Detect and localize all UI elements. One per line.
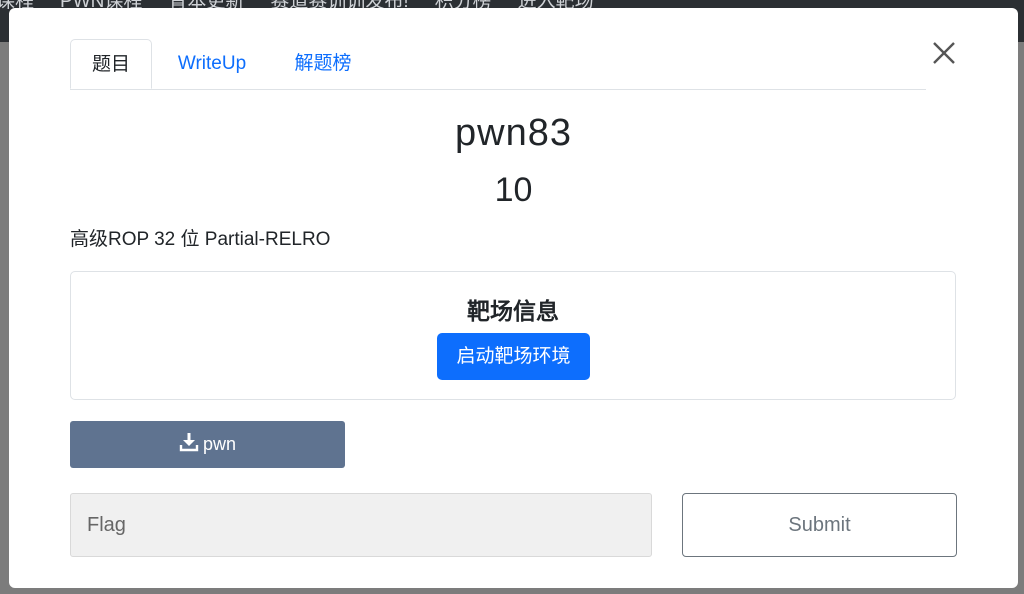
challenge-points: 10 — [494, 171, 533, 209]
tab-writeup[interactable]: WriteUp — [152, 39, 272, 89]
challenge-title: pwn83 — [455, 112, 572, 154]
challenge-modal: 题目 WriteUp 解题榜 pwn83 10 高级ROP 32 位 Parti… — [9, 8, 1018, 588]
flag-input[interactable] — [70, 493, 652, 557]
modal-tabs: 题目 WriteUp 解题榜 — [70, 39, 926, 90]
close-icon[interactable] — [929, 38, 959, 68]
download-label: pwn — [202, 434, 237, 454]
tab-solves[interactable]: 解题榜 — [278, 39, 368, 89]
challenge-description: 高级ROP 32 位 Partial-RELRO — [70, 229, 331, 250]
submit-button[interactable]: Submit — [682, 493, 957, 557]
range-info-card: 靶场信息 启动靶场环境 — [70, 271, 956, 400]
range-info-title: 靶场信息 — [467, 298, 559, 324]
download-pwn-button[interactable]: pwn — [70, 421, 345, 468]
tab-challenge[interactable]: 题目 — [70, 39, 152, 89]
download-icon — [179, 432, 199, 457]
start-range-button[interactable]: 启动靶场环境 — [437, 333, 590, 380]
